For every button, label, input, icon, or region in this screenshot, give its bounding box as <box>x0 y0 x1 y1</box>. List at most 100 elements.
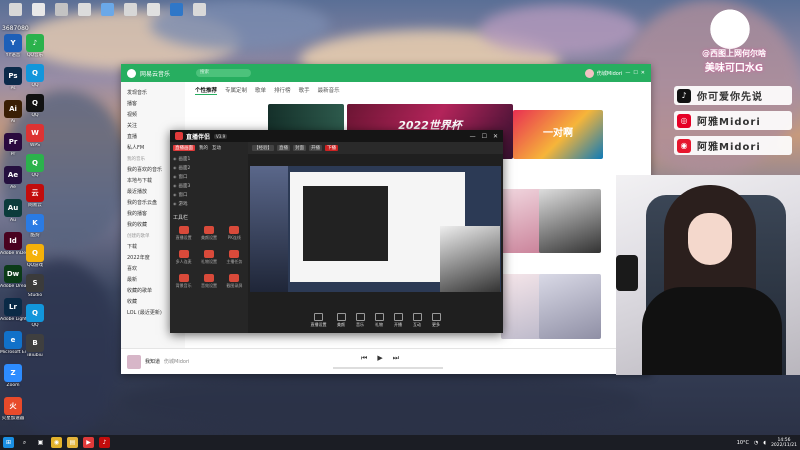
stream-top-chip[interactable]: 封面 <box>293 145 306 151</box>
desktop-icon[interactable]: 火火星加速器 <box>0 397 26 421</box>
scene-row[interactable]: ◉ 画面2 <box>173 163 245 172</box>
desktop-top-icon[interactable] <box>29 3 47 16</box>
music-tab[interactable]: 最新音乐 <box>318 86 340 95</box>
start-icon[interactable]: ⊞ <box>3 437 14 448</box>
stream-top-chip[interactable]: 直播 <box>277 145 290 151</box>
desktop-top-icon[interactable] <box>98 3 116 16</box>
stream-bottom-button[interactable]: 直播设置 <box>311 312 327 328</box>
eye-icon[interactable]: ◉ <box>173 201 177 206</box>
scene-row[interactable]: ◉ 游戏 <box>173 199 245 208</box>
stream-app-window[interactable]: 直播伴侣 V3.9 — ☐ ✕ 直播画面 我的 互动 ◉ 画面1 ◉ 画面2 ◉ 窗口 ◉ 画面3… <box>170 130 503 333</box>
prev-icon[interactable]: ⏮ <box>361 354 367 363</box>
chrome-icon[interactable]: ◉ <box>51 437 62 448</box>
streamer-taskbar-icon[interactable]: ▶ <box>83 437 94 448</box>
stream-bottom-button[interactable]: 互动 <box>412 312 422 328</box>
desktop-icon[interactable]: Q QQ <box>22 304 48 328</box>
scene-row[interactable]: ◉ 窗口 <box>173 172 245 181</box>
desktop-top-icon[interactable] <box>144 3 162 16</box>
stream-top-chip[interactable]: 下播 <box>325 145 338 151</box>
music-tab[interactable]: 歌手 <box>299 86 310 95</box>
eye-icon[interactable]: ◉ <box>173 192 177 197</box>
desktop-icon[interactable]: Q QQ <box>22 64 48 88</box>
eye-icon[interactable]: ◉ <box>173 183 177 188</box>
tool-button[interactable]: 多人连麦 <box>173 249 194 269</box>
volume-icon[interactable]: ◖ <box>763 440 766 446</box>
desktop-icon[interactable]: Q QQ游戏 <box>22 244 48 268</box>
desktop-icon[interactable]: S Studio <box>22 274 48 298</box>
tool-button[interactable]: 背景音乐 <box>173 273 194 293</box>
close-icon[interactable]: ✕ <box>641 70 645 76</box>
stream-top-chip[interactable]: 开播 <box>309 145 322 151</box>
taskview-icon[interactable]: ▣ <box>35 437 46 448</box>
music-tab[interactable]: 个性推荐 <box>195 86 218 95</box>
banner-right-tile[interactable]: 一对啊 <box>513 110 603 159</box>
music-taskbar-icon[interactable]: ♪ <box>99 437 110 448</box>
music-tab[interactable]: 排行榜 <box>274 86 291 95</box>
sidebar-item[interactable]: 发现音乐 <box>127 88 179 99</box>
play-icon[interactable]: ▶ <box>377 354 382 363</box>
stream-bottom-button[interactable]: 美颜 <box>336 312 346 328</box>
desktop-icon[interactable]: W WPS <box>22 124 48 148</box>
folder-icon[interactable]: ▤ <box>67 437 78 448</box>
eye-icon[interactable]: ◉ <box>173 165 177 170</box>
search-input[interactable]: 搜索 <box>196 69 252 77</box>
music-tab[interactable]: 专属定制 <box>225 86 247 95</box>
avatar <box>584 68 594 78</box>
file-icon <box>77 3 91 16</box>
close-icon[interactable]: ✕ <box>493 133 498 140</box>
minimize-icon[interactable]: — <box>470 133 476 140</box>
app-icon: 云 <box>26 184 44 202</box>
stream-bottom-button[interactable]: 音乐 <box>355 312 365 328</box>
progress-bar[interactable] <box>333 367 443 369</box>
desktop-icon[interactable]: Q QQ <box>22 94 48 118</box>
maximize-icon[interactable]: ☐ <box>633 70 637 76</box>
playlist-thumb[interactable] <box>539 189 601 253</box>
tool-button[interactable]: 礼物设置 <box>198 249 219 269</box>
tool-button[interactable]: 音效设置 <box>198 273 219 293</box>
scene-row[interactable]: ◉ 窗口 <box>173 190 245 199</box>
desktop-top-icon[interactable] <box>167 3 185 16</box>
stream-bottom-button[interactable]: 更多 <box>431 312 441 328</box>
stream-top-chip[interactable]: 【经验】 <box>252 145 274 151</box>
scene-row[interactable]: ◉ 画面1 <box>173 154 245 163</box>
desktop-top-icon[interactable] <box>6 3 24 16</box>
stream-left-tab[interactable]: 互动 <box>212 145 221 151</box>
clock[interactable]: 14:56 2022/11/21 <box>771 438 797 448</box>
stream-bottom-button[interactable]: 开播 <box>393 312 403 328</box>
minimize-icon[interactable]: — <box>625 70 630 76</box>
desktop-icon[interactable]: K 酷狗 <box>22 214 48 238</box>
user-menu[interactable]: 伤城Midori — ☐ ✕ <box>584 68 645 78</box>
music-tab[interactable]: 歌单 <box>255 86 266 95</box>
desktop-top-icon[interactable] <box>121 3 139 16</box>
scene-row[interactable]: ◉ 画面3 <box>173 181 245 190</box>
tool-button[interactable]: 主播任务 <box>224 249 245 269</box>
search-icon[interactable]: ⌕ <box>19 437 30 448</box>
eye-icon[interactable]: ◉ <box>173 156 177 161</box>
desktop-icon[interactable]: Z Zoom <box>0 364 26 388</box>
desktop-icon[interactable]: ♪ QQ音乐 <box>22 34 48 58</box>
desktop-icon[interactable]: BiBiubiu <box>22 334 48 358</box>
tool-button[interactable]: 美颜设置 <box>198 225 219 245</box>
tiktok-icon: ♪ <box>677 88 691 103</box>
desktop-top-icon[interactable] <box>75 3 93 16</box>
stream-preview[interactable] <box>250 166 501 292</box>
stream-left-tab[interactable]: 我的 <box>199 145 208 151</box>
tool-button[interactable]: PK连线 <box>224 225 245 245</box>
app-icon: Ps <box>4 67 22 85</box>
desktop-icon[interactable]: 云网易云 <box>22 184 48 208</box>
wifi-icon[interactable]: ◔ <box>754 440 758 446</box>
maximize-icon[interactable]: ☐ <box>482 133 487 140</box>
sidebar-item[interactable]: 播客 <box>127 99 179 110</box>
desktop-top-icon[interactable] <box>52 3 70 16</box>
next-icon[interactable]: ⏭ <box>393 354 399 363</box>
stream-bottom-button[interactable]: 礼物 <box>374 312 384 328</box>
tool-button[interactable]: 截图录屏 <box>224 273 245 293</box>
sidebar-item[interactable]: 视频 <box>127 110 179 121</box>
tool-button[interactable]: 直播设置 <box>173 225 194 245</box>
desktop-icon[interactable]: Q QQ <box>22 154 48 178</box>
stream-left-tab[interactable]: 直播画面 <box>173 145 195 151</box>
eye-icon[interactable]: ◉ <box>173 174 177 179</box>
desktop-top-icon[interactable] <box>190 3 208 16</box>
playlist-thumb[interactable] <box>539 274 601 339</box>
now-playing-cover[interactable] <box>127 354 141 369</box>
